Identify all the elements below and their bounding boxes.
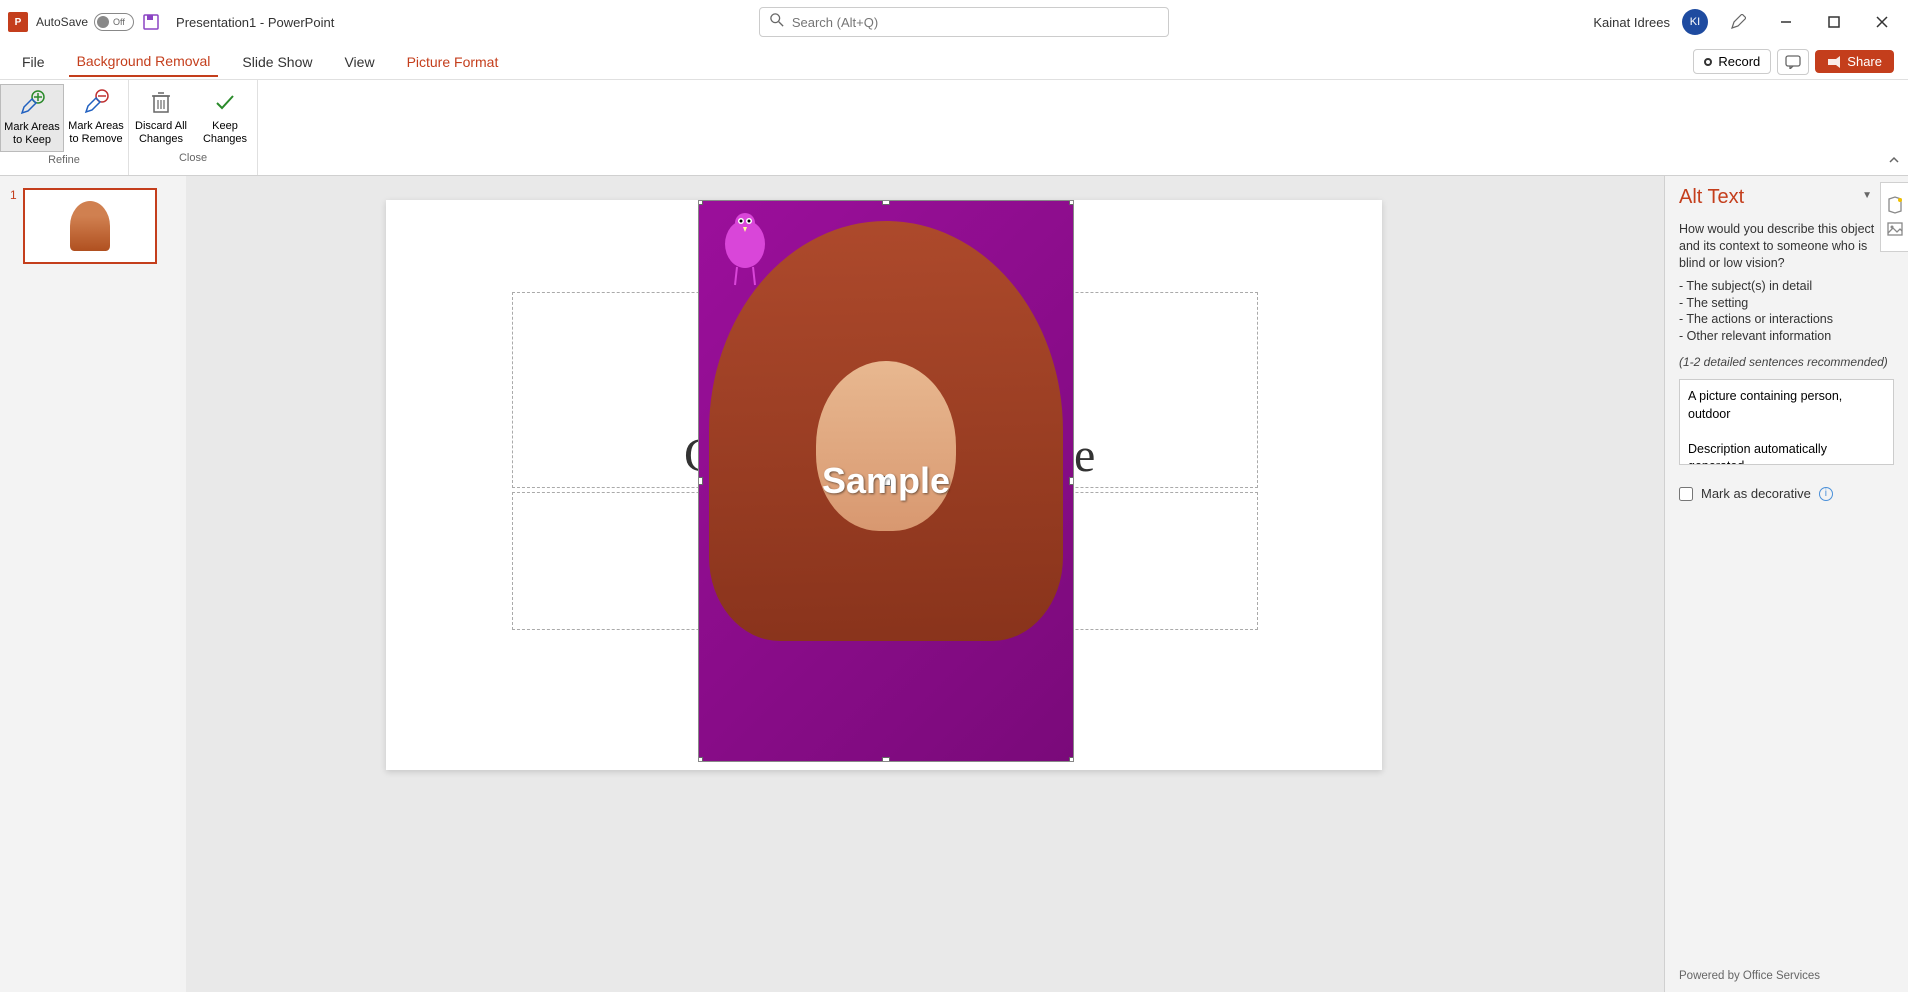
autosave-state: Off	[113, 17, 125, 27]
discard-l1: Discard All	[135, 120, 187, 133]
record-icon	[1704, 58, 1712, 66]
alt-text-footer: Powered by Office Services	[1679, 970, 1820, 982]
titlebar-left: P AutoSave Off Presentation1 - PowerPoin…	[8, 12, 334, 32]
user-avatar[interactable]: KI	[1682, 9, 1708, 35]
record-button[interactable]: Record	[1693, 49, 1771, 74]
tab-view[interactable]: View	[336, 48, 382, 76]
title-text-right: e	[1074, 428, 1095, 483]
mark-remove-l1: Mark Areas	[68, 120, 124, 133]
thumbnail-number: 1	[10, 188, 17, 264]
mark-areas-to-remove-button[interactable]: Mark Areas to Remove	[64, 84, 128, 152]
comments-button[interactable]	[1777, 49, 1809, 75]
person-graphic	[736, 301, 1036, 761]
alt-text-hint: (1-2 detailed sentences recommended)	[1679, 355, 1894, 369]
search-icon	[770, 13, 784, 32]
close-button[interactable]	[1864, 7, 1900, 37]
right-collapsed-sidebar[interactable]	[1880, 182, 1908, 252]
person-face-graphic	[816, 361, 956, 531]
main-area: 1 C e Sample	[0, 176, 1908, 992]
alt-text-dropdown[interactable]: ▼	[1862, 190, 1872, 201]
autosave-label: AutoSave	[36, 15, 88, 29]
selected-picture[interactable]: Sample	[698, 200, 1074, 762]
titlebar-right: Kainat Idrees KI	[1593, 7, 1900, 37]
alt-text-textarea[interactable]	[1679, 379, 1894, 465]
tabs-right: Record Share	[1693, 49, 1894, 75]
save-icon[interactable]	[142, 13, 160, 31]
selection-handle[interactable]	[1069, 757, 1074, 762]
alt-text-bullet1: - The subject(s) in detail	[1679, 278, 1894, 295]
design-ideas-icon	[1886, 196, 1904, 214]
slide[interactable]: C e Sample	[386, 200, 1382, 770]
keep-l2: Changes	[203, 133, 247, 146]
tab-background-removal[interactable]: Background Removal	[69, 47, 219, 77]
mark-as-decorative-control[interactable]: Mark as decorative i	[1679, 486, 1894, 501]
pencil-plus-icon	[18, 89, 46, 117]
thumbnail-preview[interactable]	[23, 188, 157, 264]
selection-handle[interactable]	[698, 477, 703, 485]
selection-handle[interactable]	[1069, 200, 1074, 205]
trash-icon	[147, 88, 175, 116]
share-label: Share	[1847, 54, 1882, 69]
group-label-refine: Refine	[48, 152, 80, 170]
keep-changes-button[interactable]: Keep Changes	[193, 84, 257, 150]
discard-l2: Changes	[139, 133, 183, 146]
tabs-row: File Background Removal Slide Show View …	[0, 44, 1908, 80]
search-input[interactable]	[792, 15, 1158, 30]
checkmark-icon	[211, 88, 239, 116]
mark-as-decorative-checkbox[interactable]	[1679, 487, 1693, 501]
alt-text-pane: ▼ ✕ Alt Text How would you describe this…	[1664, 176, 1908, 992]
maximize-button[interactable]	[1816, 7, 1852, 37]
selection-handle[interactable]	[698, 757, 703, 762]
selection-handle[interactable]	[698, 200, 703, 205]
info-icon[interactable]: i	[1819, 487, 1833, 501]
thumbnail-item-1[interactable]: 1	[10, 188, 176, 264]
tab-picture-format[interactable]: Picture Format	[399, 48, 507, 76]
slide-canvas-area[interactable]: C e Sample	[186, 176, 1664, 992]
picture-icon	[1886, 220, 1904, 238]
search-box[interactable]	[759, 7, 1169, 37]
mark-remove-l2: to Remove	[69, 133, 122, 146]
pen-icon[interactable]	[1720, 7, 1756, 37]
tab-slide-show[interactable]: Slide Show	[234, 48, 320, 76]
thumbnail-person-graphic	[70, 201, 110, 251]
discard-all-changes-button[interactable]: Discard All Changes	[129, 84, 193, 150]
selection-handle[interactable]	[882, 200, 890, 205]
autosave-toggle[interactable]: Off	[94, 13, 134, 31]
ribbon: Mark Areas to Keep Mark Areas to Remove …	[0, 80, 1908, 176]
selection-handle[interactable]	[882, 757, 890, 762]
tab-file[interactable]: File	[14, 48, 53, 76]
alt-text-bullet4: - Other relevant information	[1679, 328, 1894, 345]
title-bar: P AutoSave Off Presentation1 - PowerPoin…	[0, 0, 1908, 44]
ribbon-collapse-button[interactable]	[1888, 153, 1900, 171]
record-label: Record	[1718, 54, 1760, 69]
alt-text-bullet2: - The setting	[1679, 295, 1894, 312]
minimize-button[interactable]	[1768, 7, 1804, 37]
username-label: Kainat Idrees	[1593, 15, 1670, 30]
alt-text-question: How would you describe this object and i…	[1679, 221, 1894, 272]
alt-text-bullet3: - The actions or interactions	[1679, 311, 1894, 328]
autosave-control: AutoSave Off	[36, 13, 134, 31]
thumbnail-panel[interactable]: 1	[0, 176, 186, 992]
sample-watermark: Sample	[822, 460, 950, 502]
share-button[interactable]: Share	[1815, 50, 1894, 73]
selection-handle[interactable]	[1069, 477, 1074, 485]
mark-keep-l1: Mark Areas	[4, 121, 60, 134]
group-label-close: Close	[179, 150, 207, 168]
mark-areas-to-keep-button[interactable]: Mark Areas to Keep	[0, 84, 64, 152]
decorative-label: Mark as decorative	[1701, 486, 1811, 501]
ribbon-group-close: Discard All Changes Keep Changes Close	[129, 80, 258, 175]
mark-keep-l2: to Keep	[13, 134, 51, 147]
document-title: Presentation1 - PowerPoint	[176, 15, 334, 30]
ribbon-group-refine: Mark Areas to Keep Mark Areas to Remove …	[0, 80, 129, 175]
keep-l1: Keep	[212, 120, 238, 133]
pencil-minus-icon	[82, 88, 110, 116]
toggle-knob	[97, 16, 109, 28]
powerpoint-icon: P	[8, 12, 28, 32]
